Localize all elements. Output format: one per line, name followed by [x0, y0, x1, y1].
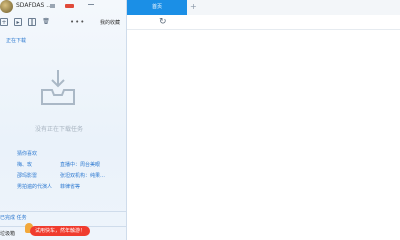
vip-icon[interactable]	[50, 4, 55, 8]
promo-banner[interactable]: 试用快车，然年触游！	[30, 226, 91, 236]
left-panel: SDAFDAS ... + ▸ ‖ 🗑 ••• 我的收藏 正在下载 没有正在下载…	[0, 0, 127, 240]
recommend-item[interactable]: 邵玛影雷	[17, 172, 37, 179]
new-task-icon[interactable]: +	[0, 18, 8, 26]
add-tab-button[interactable]: +	[190, 2, 197, 11]
more-icon[interactable]: •••	[70, 18, 85, 26]
recommend-item[interactable]: 张坦双机构：纯果…	[60, 172, 105, 179]
refresh-icon[interactable]: ↻	[159, 17, 167, 27]
toolbar: + ▸ ‖ 🗑 ••• 我的收藏	[0, 18, 126, 30]
trash-link[interactable]: 垃圾箱	[0, 230, 15, 237]
recommend-item[interactable]: 菲律省等	[60, 183, 80, 190]
recommend-item[interactable]: 直播中：周台美眼	[60, 161, 100, 168]
recommend-item[interactable]: 梅、玫	[17, 161, 32, 168]
browser-content	[127, 30, 400, 240]
start-icon[interactable]: ▸	[14, 18, 22, 26]
completed-tasks-link[interactable]: 已完成 任务	[0, 214, 27, 221]
minimize-icon[interactable]	[88, 4, 94, 5]
divider	[0, 211, 126, 212]
downloading-section-title[interactable]: 正在下载	[6, 37, 26, 44]
member-badge-icon[interactable]	[65, 4, 74, 8]
recommend-title: 猜你喜欢	[17, 151, 38, 157]
favorites-button[interactable]: 我的收藏	[100, 19, 120, 26]
empty-inbox-icon	[41, 70, 75, 105]
empty-state-text: 没有正在下载任务	[35, 126, 84, 133]
username[interactable]: SDAFDAS ...	[16, 2, 52, 9]
pause-icon[interactable]: ‖	[28, 18, 36, 26]
avatar[interactable]	[0, 0, 13, 13]
tab-home[interactable]: 首页	[127, 0, 187, 15]
user-bar: SDAFDAS ...	[0, 0, 126, 15]
recommend-item[interactable]: 男拍遍的代演人	[17, 183, 52, 190]
nav-bar: ↻	[127, 15, 400, 30]
delete-icon[interactable]: 🗑	[42, 18, 50, 26]
tab-bar: 首页 +	[127, 0, 400, 15]
